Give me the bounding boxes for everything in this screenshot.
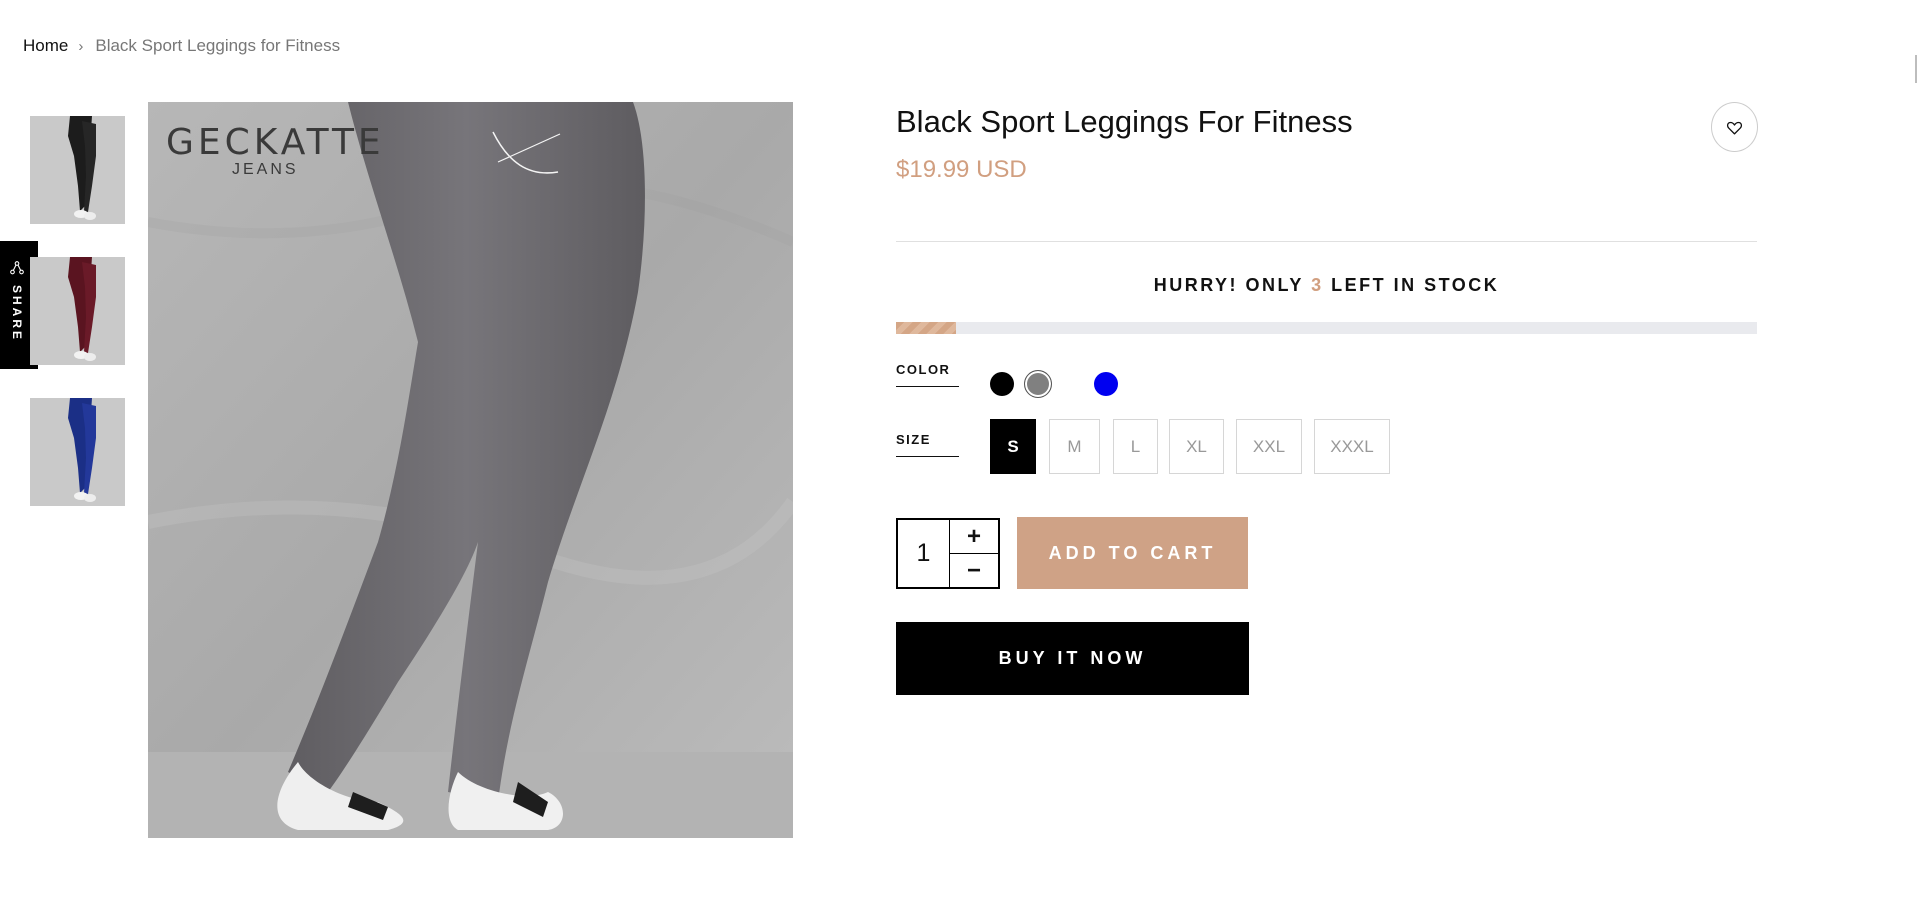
main-product-image[interactable]: GECKATTE JEANS xyxy=(148,102,793,838)
stock-progress-bar xyxy=(896,322,1757,334)
thumbnail-black-leggings[interactable] xyxy=(30,116,125,224)
buy-now-button[interactable]: BUY IT NOW xyxy=(896,622,1249,695)
size-button-xxxl[interactable]: XXXL xyxy=(1314,419,1390,474)
size-button-l[interactable]: L xyxy=(1113,419,1158,474)
section-divider xyxy=(896,241,1757,242)
share-label: SHARE xyxy=(10,285,24,343)
share-icon xyxy=(10,261,24,275)
quantity-decrease-button[interactable]: − xyxy=(950,554,998,587)
chevron-right-icon: › xyxy=(78,37,84,55)
color-swatch-blue[interactable] xyxy=(1094,372,1118,396)
thumbnail-blue-leggings[interactable] xyxy=(30,398,125,506)
brand-logo-sub: JEANS xyxy=(232,161,299,178)
add-to-cart-button[interactable]: ADD TO CART xyxy=(1017,517,1248,589)
size-button-m[interactable]: M xyxy=(1049,419,1100,474)
brand-logo: GECKATTE JEANS xyxy=(166,122,385,179)
thumbnail-burgundy-leggings[interactable] xyxy=(30,257,125,365)
breadcrumb-current: Black Sport Leggings for Fitness xyxy=(95,36,341,55)
stock-progress-fill xyxy=(896,322,957,334)
breadcrumb: Home › Black Sport Leggings for Fitness xyxy=(23,36,340,56)
quantity-controls: + − xyxy=(950,520,998,587)
scrollbar-indicator[interactable] xyxy=(1915,55,1917,83)
size-button-s[interactable]: S xyxy=(990,419,1036,474)
quantity-input[interactable]: 1 xyxy=(898,520,950,587)
stock-message-suffix: LEFT IN STOCK xyxy=(1331,275,1500,295)
stock-message-prefix: HURRY! ONLY xyxy=(1153,275,1304,295)
breadcrumb-home-link[interactable]: Home xyxy=(23,36,68,56)
heart-icon xyxy=(1726,121,1743,135)
size-button-xl[interactable]: XL xyxy=(1169,419,1224,474)
size-option-label: SIZE xyxy=(896,432,959,457)
quantity-increase-button[interactable]: + xyxy=(950,520,998,554)
quantity-stepper: 1 + − xyxy=(896,518,1000,589)
color-option-label: COLOR xyxy=(896,362,959,387)
wishlist-button[interactable] xyxy=(1711,102,1758,152)
brand-logo-name: GECKATTE xyxy=(166,122,385,163)
color-swatch-black[interactable] xyxy=(990,372,1014,396)
size-button-xxl[interactable]: XXL xyxy=(1236,419,1302,474)
product-title: Black Sport Leggings For Fitness xyxy=(896,104,1353,139)
stock-message: HURRY! ONLY 3 LEFT IN STOCK xyxy=(896,275,1757,296)
stock-count: 3 xyxy=(1311,275,1324,295)
product-price: $19.99 USD xyxy=(896,156,1027,183)
color-swatch-gray[interactable] xyxy=(1024,370,1052,398)
